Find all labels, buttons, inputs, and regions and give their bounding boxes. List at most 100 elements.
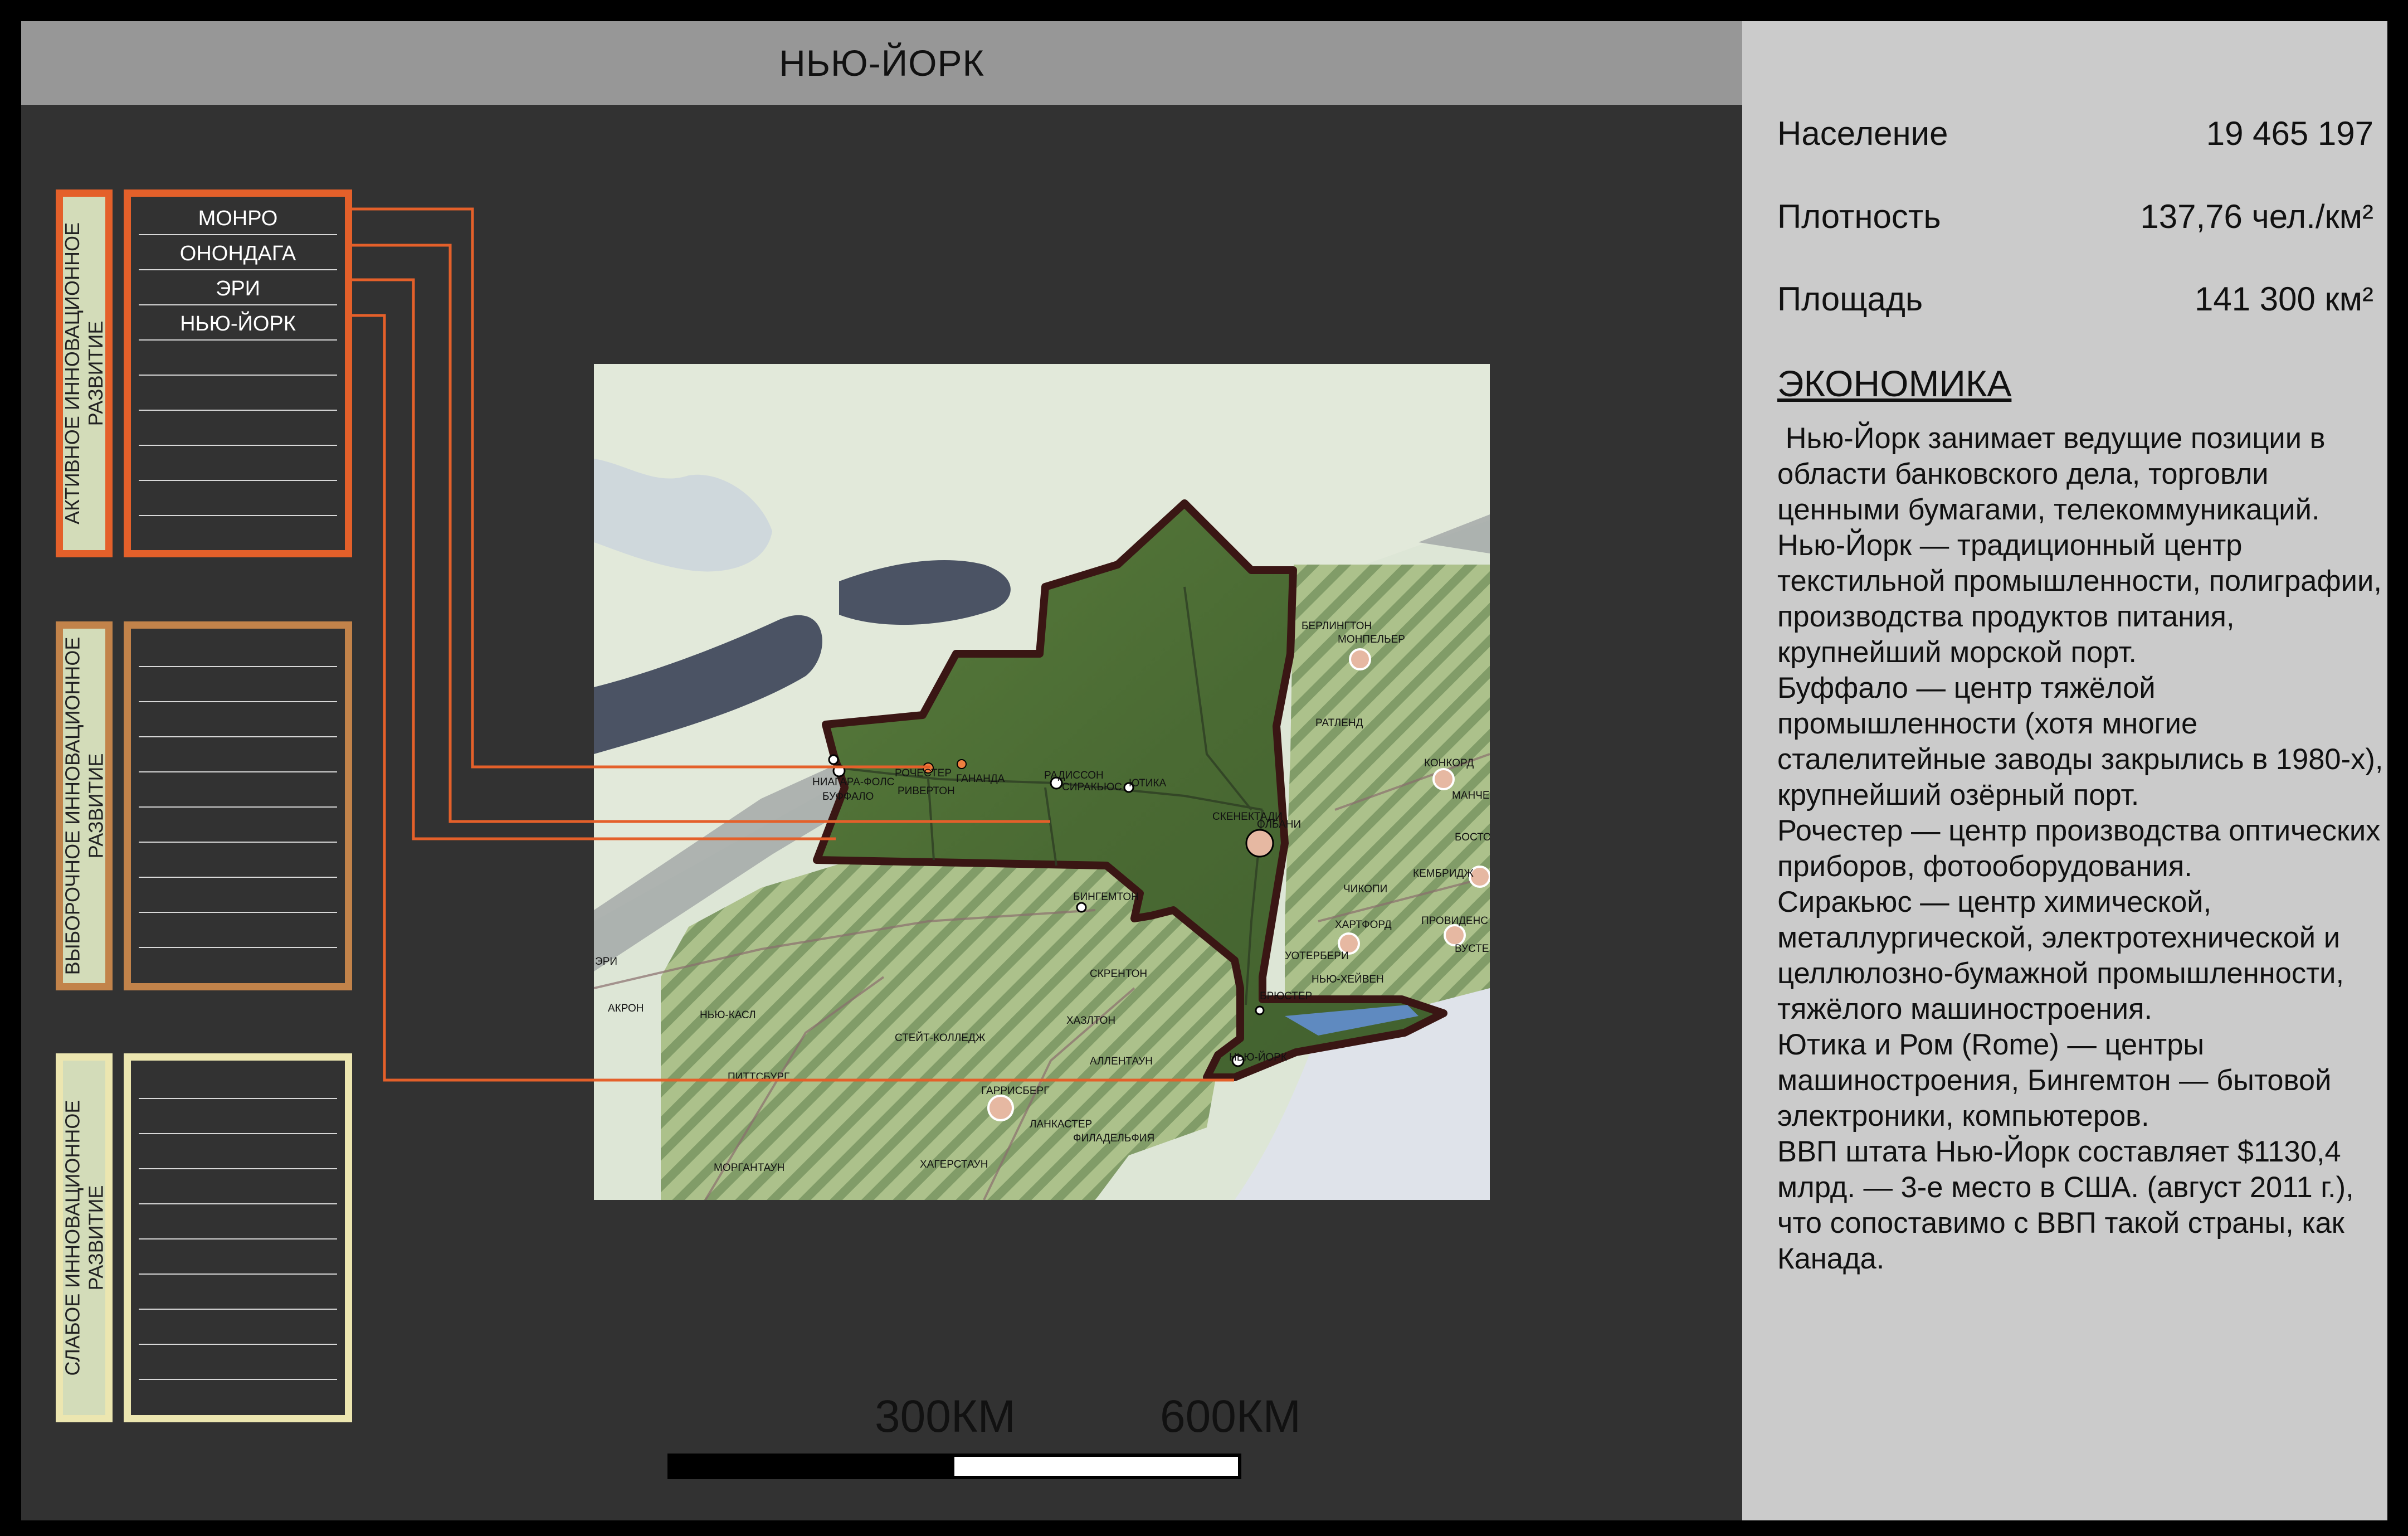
- city-label: СКРЕНТОН: [1090, 968, 1147, 980]
- scale-bar: [667, 1454, 1241, 1479]
- scale-bar-segment: [671, 1457, 954, 1476]
- city-label: ЮТИКА: [1129, 777, 1166, 789]
- stat-density: Плотность 137,76 чел./км²: [1777, 197, 2373, 236]
- category-list-selective: [124, 621, 352, 990]
- city-label: ЛАНКАСТЕР: [1030, 1119, 1092, 1130]
- list-divider: [139, 912, 337, 913]
- city-label: МОНПЕЛЬЕР: [1338, 634, 1405, 645]
- economy-paragraph: ВВП штата Нью-Йорк составляет $1130,4 мл…: [1777, 1135, 2354, 1275]
- list-divider: [139, 666, 337, 667]
- list-divider: [139, 1344, 337, 1345]
- city-label: ПИТТСБУРГ: [728, 1071, 789, 1083]
- list-item[interactable]: ОНОНДАГА: [139, 236, 337, 271]
- city-marker: [832, 764, 846, 777]
- economy-paragraph: Нью-Йорк занимает ведущие позиции в обла…: [1777, 422, 2334, 526]
- scale-label-300km: 300КМ: [875, 1391, 1016, 1442]
- economy-paragraph: Буффало — центр тяжёлой промышленности (…: [1777, 672, 2383, 811]
- economy-paragraph: Сиракьюс — центр химической, металлургич…: [1777, 886, 2344, 1025]
- list-divider: [139, 269, 337, 270]
- capital-marker: [1245, 829, 1274, 858]
- list-divider: [139, 877, 337, 878]
- category-list-active: МОНРО ОНОНДАГА ЭРИ НЬЮ-ЙОРК: [124, 189, 352, 557]
- city-label: БРЮСТЕР: [1260, 990, 1312, 1002]
- list-divider: [139, 480, 337, 481]
- city-marker: [1349, 648, 1371, 670]
- stat-label: Площадь: [1777, 280, 1923, 318]
- list-divider: [139, 1133, 337, 1134]
- city-label: НЬЮ-КАСЛ: [700, 1009, 756, 1021]
- economy-paragraph: Рочестер — центр производства оптических…: [1777, 814, 2381, 883]
- list-divider: [139, 842, 337, 843]
- city-label: РОЧЕСТЕР: [895, 767, 952, 779]
- category-label-text: СЛАБОЕ ИННОВАЦИОННОЕ РАЗВИТИЕ: [61, 1100, 107, 1376]
- list-divider: [139, 806, 337, 808]
- list-item[interactable]: НЬЮ-ЙОРК: [139, 307, 337, 342]
- list-divider: [139, 1379, 337, 1380]
- city-label: НЬЮ-ХЕЙВЕН: [1312, 973, 1384, 985]
- city-label: НЬЮ-ЙОРК: [1229, 1051, 1287, 1063]
- city-label: АЛЛЕНТАУН: [1090, 1056, 1153, 1067]
- city-marker: [1255, 1005, 1265, 1015]
- city-marker: [1432, 768, 1455, 790]
- list-divider: [139, 1309, 337, 1310]
- list-divider: [139, 375, 337, 376]
- title-bar: НЬЮ-ЙОРК: [21, 21, 1742, 105]
- category-label-selective: ВЫБОРОЧНОЕ ИННОВАЦИОННОЕ РАЗВИТИЕ: [56, 621, 113, 990]
- list-divider: [139, 1203, 337, 1204]
- city-label: НИАГАРА-ФОЛС: [812, 776, 894, 788]
- stat-population: Население 19 465 197: [1777, 114, 2373, 153]
- city-label: МОРГАНТАУН: [714, 1162, 784, 1174]
- page-title: НЬЮ-ЙОРК: [779, 42, 984, 84]
- city-label: ЧИКОПИ: [1343, 883, 1387, 895]
- city-label: УОТЕРБЕРИ: [1285, 950, 1349, 962]
- city-label: БУФФАЛО: [822, 791, 874, 803]
- category-label-text: АКТИВНОЕ ИННОВАЦИОННОЕ РАЗВИТИЕ: [61, 222, 107, 525]
- city-label: СТЕЙТ-КОЛЛЕДЖ: [895, 1032, 986, 1044]
- city-label: ХАРТФОРД: [1335, 919, 1392, 931]
- map-canvas[interactable]: НИАГАРА-ФОЛС РОЧЕСТЕР ГАНАНДА РИВЕРТОН Б…: [594, 364, 1490, 1200]
- city-label: КЕМБРИДЖ: [1413, 868, 1474, 879]
- city-label: ФИЛАДЕЛЬФИЯ: [1073, 1132, 1154, 1144]
- list-divider: [139, 947, 337, 948]
- list-divider: [139, 701, 337, 702]
- city-label: ХАЗЛТОН: [1066, 1015, 1115, 1027]
- city-marker: [987, 1095, 1014, 1121]
- stat-label: Население: [1777, 115, 1948, 152]
- stat-label: Плотность: [1777, 198, 1941, 235]
- list-divider: [139, 304, 337, 305]
- city-marker: [828, 754, 839, 765]
- list-divider: [139, 736, 337, 737]
- city-label: БИНГЕМТОН: [1073, 891, 1139, 903]
- list-divider: [139, 771, 337, 772]
- city-label: РИВЕРТОН: [898, 785, 955, 797]
- list-divider: [139, 515, 337, 516]
- category-list-weak: [124, 1053, 352, 1422]
- city-label: ЭРИ: [595, 956, 617, 968]
- list-divider: [139, 1168, 337, 1169]
- city-label: КОНКОРД: [1424, 757, 1474, 769]
- city-label: ОЛБАНИ: [1257, 819, 1301, 830]
- list-item[interactable]: ЭРИ: [139, 271, 337, 307]
- list-divider: [139, 234, 337, 235]
- map[interactable]: НИАГАРА-ФОЛС РОЧЕСТЕР ГАНАНДА РИВЕРТОН Б…: [594, 364, 1490, 1200]
- list-divider: [139, 1098, 337, 1099]
- city-label: ГАРРИСБЕРГ: [981, 1085, 1050, 1097]
- city-label: БОСТОН: [1455, 832, 1490, 843]
- list-divider: [139, 1238, 337, 1240]
- category-label-text: ВЫБОРОЧНОЕ ИННОВАЦИОННОЕ РАЗВИТИЕ: [61, 636, 108, 975]
- economy-paragraph: Нью-Йорк — традиционный центр текстильно…: [1777, 529, 2382, 669]
- scale-label-600km: 600КМ: [1160, 1391, 1301, 1442]
- city-label: АКРОН: [608, 1003, 644, 1014]
- stat-value: 137,76 чел./км²: [2140, 198, 2373, 235]
- city-label: ВУСТЕР: [1455, 943, 1490, 955]
- city-label: ХАГЕРСТАУН: [920, 1159, 988, 1170]
- city-marker: [957, 759, 967, 769]
- city-marker: [1076, 902, 1087, 913]
- stat-value: 141 300 км²: [2194, 280, 2373, 318]
- list-divider: [139, 445, 337, 446]
- list-item[interactable]: МОНРО: [139, 201, 337, 236]
- city-label: БЕРЛИНГТОН: [1302, 620, 1372, 632]
- stat-value: 19 465 197: [2206, 115, 2373, 152]
- economy-text: Нью-Йорк занимает ведущие позиции в обла…: [1777, 421, 2390, 1277]
- city-label: РАТЛЕНД: [1315, 717, 1363, 729]
